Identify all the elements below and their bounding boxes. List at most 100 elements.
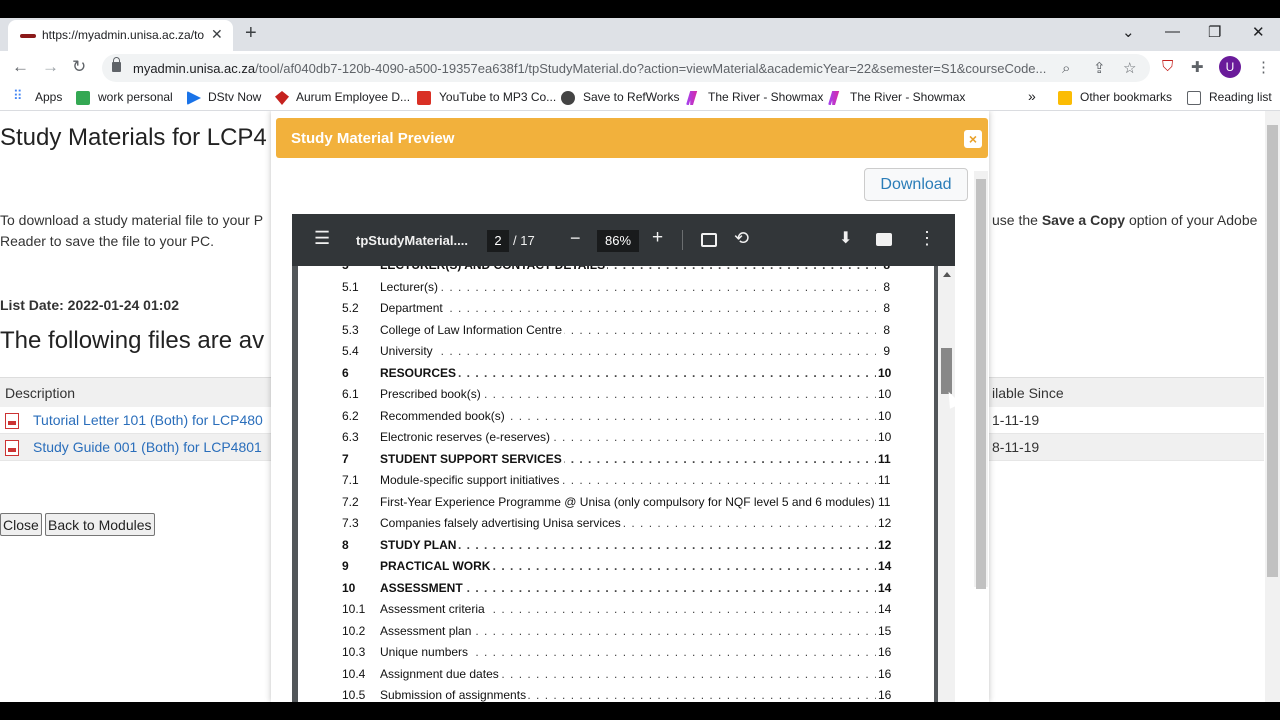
toc-title: Assignment due dates <box>380 666 501 681</box>
window-close-button[interactable]: ✕ <box>1252 23 1265 41</box>
toc-title: STUDY PLAN <box>380 537 459 552</box>
zoom-out-icon[interactable]: − <box>570 228 581 249</box>
available-since: 1-11-19 <box>992 412 1040 428</box>
bookmark-refworks[interactable]: Save to RefWorks <box>583 90 679 104</box>
toc-entry: 10.5 . . . . . . . . . . . . . . . . . .… <box>298 688 934 702</box>
dialog-close-icon[interactable]: × <box>964 130 982 148</box>
url-text: myadmin.unisa.ac.za/tool/af040db7-120b-4… <box>133 61 1047 76</box>
toc-number: 7 <box>342 451 349 466</box>
bookmark-showmax-1[interactable]: The River - Showmax <box>708 90 823 104</box>
file-link-study-guide[interactable]: Study Guide 001 (Both) for LCP4801 <box>33 439 262 455</box>
page-scrollbar[interactable] <box>1265 111 1280 702</box>
pdf-scrollbar[interactable] <box>938 266 955 702</box>
tab-search-chevron-icon[interactable]: ⌄ <box>1122 23 1135 41</box>
pdf-file-icon <box>5 440 19 456</box>
zoom-icon[interactable]: ⌕ <box>1062 60 1070 77</box>
more-bookmarks-chevron-icon[interactable]: » <box>1028 88 1036 104</box>
aurum-logo-icon <box>275 91 289 105</box>
bookmark-work-personal[interactable]: work personal <box>98 90 173 104</box>
toc-page: 8 <box>876 322 890 337</box>
folder-icon <box>1058 91 1072 105</box>
toc-page: 10 <box>876 408 892 423</box>
bookmark-star-icon[interactable]: ☆ <box>1123 59 1136 77</box>
zoom-level[interactable]: 86% <box>597 230 639 252</box>
column-description: Description <box>5 385 76 401</box>
close-button[interactable]: Close <box>0 513 42 536</box>
minimize-button[interactable]: — <box>1165 23 1180 40</box>
pdf-viewer: ☰ tpStudyMaterial.... 2 / 17 − 86% + ⟲ ⬇… <box>292 214 955 702</box>
back-to-modules-button[interactable]: Back to Modules <box>45 513 155 536</box>
toc-leader-dots: . . . . . . . . . . . . . . . . . . . . … <box>380 279 878 294</box>
tab-title: https://myadmin.unisa.ac.za/tool <box>42 28 204 42</box>
toc-entry: 9 . . . . . . . . . . . . . . . . . . . … <box>298 559 934 577</box>
back-arrow-icon[interactable]: ← <box>12 57 29 77</box>
hamburger-menu-icon[interactable]: ☰ <box>314 228 330 249</box>
toc-number: 6.1 <box>342 387 359 401</box>
toc-page: 8 <box>876 301 890 315</box>
toc-title: RESOURCES <box>380 365 459 380</box>
scroll-up-arrow-icon[interactable] <box>943 272 951 277</box>
download-icon[interactable]: ⬇ <box>839 228 852 248</box>
list-date: List Date: 2022-01-24 01:02 <box>0 297 179 313</box>
youtube-mp3-icon <box>417 91 431 105</box>
share-icon[interactable]: ⇪ <box>1093 59 1106 77</box>
toc-entry: 10.4 . . . . . . . . . . . . . . . . . .… <box>298 666 934 685</box>
bookmark-dstv-now[interactable]: DStv Now <box>208 90 261 104</box>
extensions-puzzle-icon[interactable]: ✚ <box>1191 58 1204 76</box>
print-icon[interactable] <box>876 233 892 246</box>
toc-number: 7.1 <box>342 473 359 487</box>
bookmark-apps[interactable]: Apps <box>35 90 62 104</box>
more-actions-icon[interactable]: ⋮ <box>918 228 936 249</box>
toc-title: Unique numbers <box>380 645 471 659</box>
bookmark-youtube-mp3[interactable]: YouTube to MP3 Co... <box>439 90 556 104</box>
forward-arrow-icon[interactable]: → <box>42 57 59 77</box>
zoom-in-icon[interactable]: + <box>652 227 663 249</box>
toc-number: 6.3 <box>342 430 359 444</box>
dialog-scrollbar-thumb[interactable] <box>976 179 986 589</box>
toc-number: 10.2 <box>342 623 366 638</box>
toc-entry: 7 . . . . . . . . . . . . . . . . . . . … <box>298 451 934 470</box>
toc-title: Electronic reserves (e-reserves) <box>380 430 553 444</box>
toc-title: Department <box>380 301 445 315</box>
bookmarks-bar: ⠿ Apps work personal DStv Now Aurum Empl… <box>0 85 1280 111</box>
toc-entry: 10.2 . . . . . . . . . . . . . . . . . .… <box>298 623 934 642</box>
toc-number: 9 <box>342 559 349 573</box>
bookmark-aurum[interactable]: Aurum Employee D... <box>296 90 410 104</box>
new-tab-button[interactable]: + <box>245 22 257 45</box>
bookmark-showmax-2[interactable]: The River - Showmax <box>850 90 965 104</box>
toc-entry: 5.3 . . . . . . . . . . . . . . . . . . … <box>298 322 934 341</box>
toc-entry: 6.2 . . . . . . . . . . . . . . . . . . … <box>298 408 934 427</box>
dialog-scrollbar[interactable] <box>974 171 988 589</box>
toc-title: ASSESSMENT <box>380 580 465 595</box>
reading-list[interactable]: Reading list <box>1209 90 1272 104</box>
address-bar[interactable]: myadmin.unisa.ac.za/tool/af040db7-120b-4… <box>102 54 1150 82</box>
file-link-tutorial-letter[interactable]: Tutorial Letter 101 (Both) for LCP480 <box>33 412 263 428</box>
page-scrollbar-thumb[interactable] <box>1267 125 1278 577</box>
toc-page: 11 <box>876 494 891 509</box>
toolbar-divider <box>682 230 683 250</box>
browser-tab[interactable]: https://myadmin.unisa.ac.za/tool ✕ <box>8 20 233 51</box>
reload-icon[interactable]: ↻ <box>72 57 86 77</box>
toc-number: 5.3 <box>342 322 359 337</box>
toc-title: Assessment plan <box>380 623 474 638</box>
toc-number: 8 <box>342 537 349 552</box>
pdf-filename: tpStudyMaterial.... <box>356 233 468 248</box>
extension-shield-icon[interactable]: ⛉ <box>1162 58 1173 75</box>
menu-kebab-icon[interactable]: ⋮ <box>1256 58 1271 76</box>
tab-close-icon[interactable]: ✕ <box>211 26 223 43</box>
page-number-input[interactable]: 2 <box>487 230 509 252</box>
rotate-icon[interactable]: ⟲ <box>734 228 749 249</box>
toc-number: 10 <box>342 580 356 595</box>
other-bookmarks[interactable]: Other bookmarks <box>1080 90 1172 104</box>
profile-avatar[interactable]: U <box>1219 56 1241 78</box>
download-button[interactable]: Download <box>864 168 968 201</box>
page-title: Study Materials for LCP4 <box>0 124 267 151</box>
page-content: Study Materials for LCP4 To download a s… <box>0 111 1280 702</box>
pdf-scrollbar-thumb[interactable] <box>941 348 952 394</box>
toc-title: University <box>380 344 435 358</box>
toc-entry: 5 . . . . . . . . . . . . . . . . . . . … <box>298 266 934 276</box>
fit-page-icon[interactable] <box>701 233 717 247</box>
restore-button[interactable]: ❐ <box>1208 23 1221 41</box>
intro-text-line2: Reader to save the file to your PC. <box>0 233 214 249</box>
toc-entry: 6 . . . . . . . . . . . . . . . . . . . … <box>298 365 934 384</box>
